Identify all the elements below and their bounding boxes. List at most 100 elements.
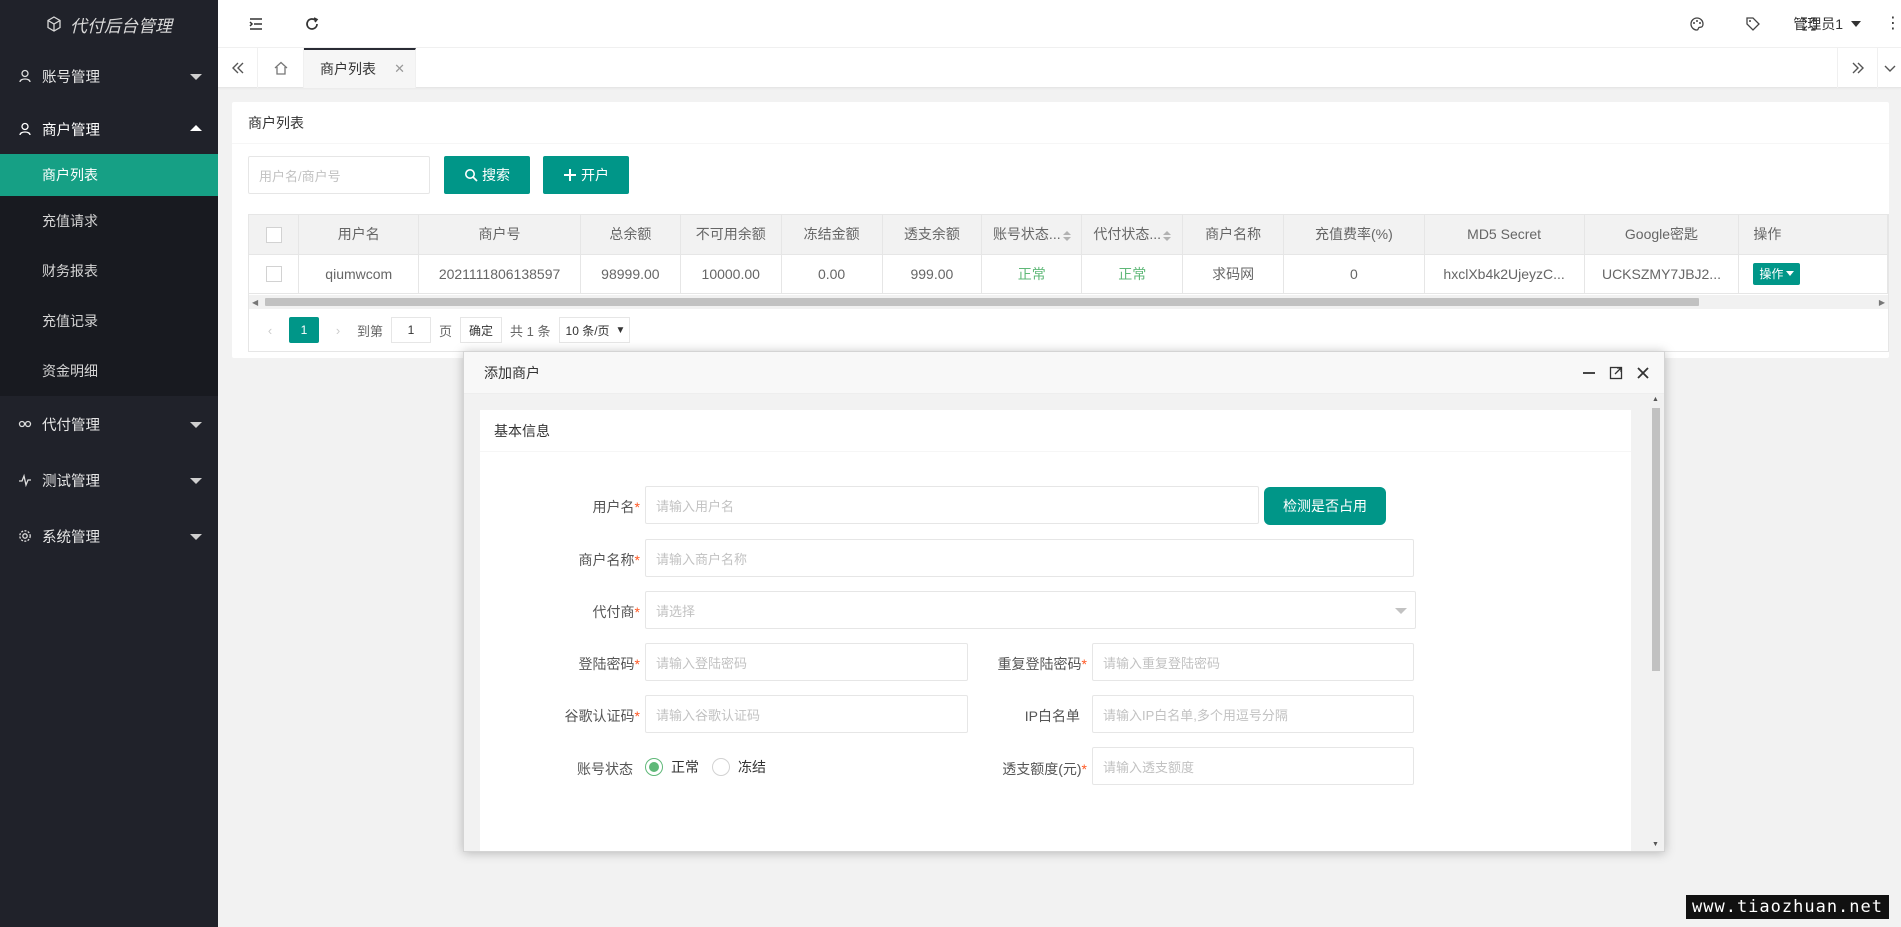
- select-all-checkbox[interactable]: [265, 226, 282, 243]
- home-tab[interactable]: [258, 48, 304, 88]
- sidebar-group-payout[interactable]: 代付管理: [0, 396, 218, 452]
- tabs-scroll-right-button[interactable]: [1837, 48, 1877, 88]
- menu-toggle-button[interactable]: [238, 0, 274, 48]
- page-unit-label: 页: [439, 323, 453, 339]
- chevron-down-icon: [1395, 608, 1407, 614]
- username-input[interactable]: 请输入用户名: [645, 486, 1259, 524]
- row-actions-button[interactable]: 操作: [1753, 262, 1801, 285]
- cell-merchant-no: 2021111806138597: [418, 254, 581, 294]
- row-checkbox[interactable]: [265, 266, 282, 283]
- col-payout-status[interactable]: 代付状态...: [1081, 215, 1184, 255]
- plus-icon: [564, 169, 576, 181]
- next-page-icon[interactable]: ›: [327, 323, 349, 338]
- dialog-vertical-scrollbar[interactable]: ▲ ▼: [1650, 396, 1662, 848]
- minimize-icon[interactable]: [1581, 366, 1596, 381]
- col-total: 总余额: [580, 215, 681, 255]
- tag-button[interactable]: [1735, 0, 1771, 48]
- scrollbar-thumb[interactable]: [1652, 408, 1660, 671]
- sidebar-item-fund-detail[interactable]: 资金明细: [0, 346, 218, 396]
- sidebar: 代付后台管理 账号管理 商户管理 商户列表 充值请求 财务报表 充值记录 资金明…: [0, 0, 218, 927]
- col-google-key: Google密匙: [1584, 215, 1740, 255]
- overdraft-input[interactable]: 请输入透支额度: [1092, 747, 1414, 785]
- more-vertical-icon[interactable]: ⋮: [1885, 16, 1901, 32]
- sidebar-group-test[interactable]: 测试管理: [0, 452, 218, 508]
- goto-page-input[interactable]: 1: [391, 317, 432, 343]
- scroll-right-arrow-icon[interactable]: ▶: [1879, 298, 1885, 307]
- col-label: 账号状态...: [992, 226, 1061, 243]
- prev-page-icon[interactable]: ‹: [259, 323, 281, 338]
- required-mark: *: [634, 499, 640, 515]
- merchant-name-input[interactable]: 请输入商户名称: [645, 539, 1414, 577]
- col-md5-secret: MD5 Secret: [1424, 215, 1585, 255]
- refresh-button[interactable]: [294, 0, 330, 48]
- sidebar-group-label: 测试管理: [42, 473, 100, 490]
- repeat-password-input[interactable]: 请输入重复登陆密码: [1092, 643, 1414, 681]
- tabs-scroll-left-button[interactable]: [218, 48, 258, 88]
- scroll-left-arrow-icon[interactable]: ◀: [252, 298, 258, 307]
- search-button-label: 搜索: [482, 167, 510, 183]
- sidebar-group-label: 账号管理: [42, 69, 100, 86]
- maximize-icon[interactable]: [1608, 366, 1623, 381]
- admin-menu[interactable]: 管理员1: [1793, 0, 1861, 48]
- ip-whitelist-input[interactable]: 请输入IP白名单,多个用逗号分隔: [1092, 695, 1414, 733]
- page-size-value: 10 条/页: [565, 323, 610, 338]
- col-actions: 操作: [1738, 215, 1888, 255]
- chevron-down-icon: [190, 74, 202, 80]
- scroll-up-arrow-icon[interactable]: ▲: [1652, 396, 1659, 403]
- theme-button[interactable]: [1679, 0, 1715, 48]
- search-icon: [465, 169, 478, 182]
- sidebar-item-merchant-list[interactable]: 商户列表: [0, 154, 218, 196]
- row-select-cell[interactable]: [249, 254, 300, 294]
- status-frozen-radio[interactable]: 冻结: [712, 757, 766, 777]
- agent-select[interactable]: 请选择: [645, 591, 1416, 629]
- dialog-controls: [1581, 352, 1650, 394]
- sort-icon[interactable]: [1163, 230, 1172, 241]
- search-button[interactable]: 搜索: [444, 156, 530, 194]
- chevron-down-icon: ▼: [615, 324, 626, 336]
- sidebar-group-account[interactable]: 账号管理: [0, 48, 218, 104]
- tabs-menu-button[interactable]: [1877, 48, 1901, 88]
- dialog-header[interactable]: 添加商户: [464, 352, 1664, 394]
- search-input[interactable]: 用户名/商户号: [248, 156, 430, 194]
- sidebar-group-system[interactable]: 系统管理: [0, 508, 218, 564]
- open-account-button[interactable]: 开户: [543, 156, 629, 194]
- close-icon[interactable]: ✕: [394, 61, 405, 77]
- radio-unchecked-icon: [712, 758, 730, 776]
- tab-label: 商户列表: [320, 61, 376, 77]
- double-chevron-right-icon: [1852, 62, 1864, 74]
- sort-icon[interactable]: [1062, 230, 1071, 241]
- overdraft-label: 透支额度(元)*: [927, 759, 1087, 779]
- scrollbar-thumb[interactable]: [265, 298, 1699, 306]
- sidebar-submenu-merchant: 商户列表 充值请求 财务报表 充值记录 资金明细: [0, 154, 218, 396]
- required-mark: *: [1081, 656, 1087, 672]
- tab-merchant-list[interactable]: 商户列表 ✕: [304, 48, 416, 88]
- status-normal-radio[interactable]: 正常: [645, 757, 699, 777]
- page-size-select[interactable]: 10 条/页 ▼: [558, 317, 631, 343]
- sidebar-group-label: 商户管理: [42, 122, 100, 139]
- row-actions-label: 操作: [1759, 267, 1784, 281]
- check-availability-button[interactable]: 检测是否占用: [1264, 487, 1386, 525]
- col-account-status[interactable]: 账号状态...: [981, 215, 1083, 255]
- col-overdraft: 透支余额: [882, 215, 983, 255]
- google-code-label: 谷歌认证码*: [480, 706, 640, 726]
- login-password-input[interactable]: 请输入登陆密码: [645, 643, 968, 681]
- required-mark: *: [634, 708, 640, 724]
- scroll-down-arrow-icon[interactable]: ▼: [1652, 841, 1659, 848]
- sidebar-group-merchant[interactable]: 商户管理: [0, 104, 218, 154]
- label-text: 用户名: [592, 499, 635, 515]
- sidebar-item-recharge-record[interactable]: 充值记录: [0, 296, 218, 346]
- sidebar-item-finance-report[interactable]: 财务报表: [0, 246, 218, 296]
- select-all-cell[interactable]: [249, 215, 300, 255]
- merchant-name-label: 商户名称*: [480, 550, 640, 570]
- app-logo[interactable]: 代付后台管理: [0, 0, 218, 48]
- close-icon[interactable]: [1635, 366, 1650, 381]
- page-current[interactable]: 1: [289, 317, 319, 343]
- top-header: 管理员1 ⋮: [218, 0, 1901, 48]
- sidebar-item-recharge-request[interactable]: 充值请求: [0, 196, 218, 246]
- tag-icon: [1746, 17, 1760, 31]
- goto-confirm-button[interactable]: 确定: [460, 317, 503, 343]
- chevron-down-icon: [190, 422, 202, 428]
- double-chevron-left-icon: [231, 62, 243, 74]
- dialog-body: 基本信息 用户名* 请输入用户名 检测是否占用 商户名称* 请输入商户名称 代付…: [464, 394, 1664, 851]
- table-horizontal-scrollbar[interactable]: ◀ ▶: [249, 295, 1888, 309]
